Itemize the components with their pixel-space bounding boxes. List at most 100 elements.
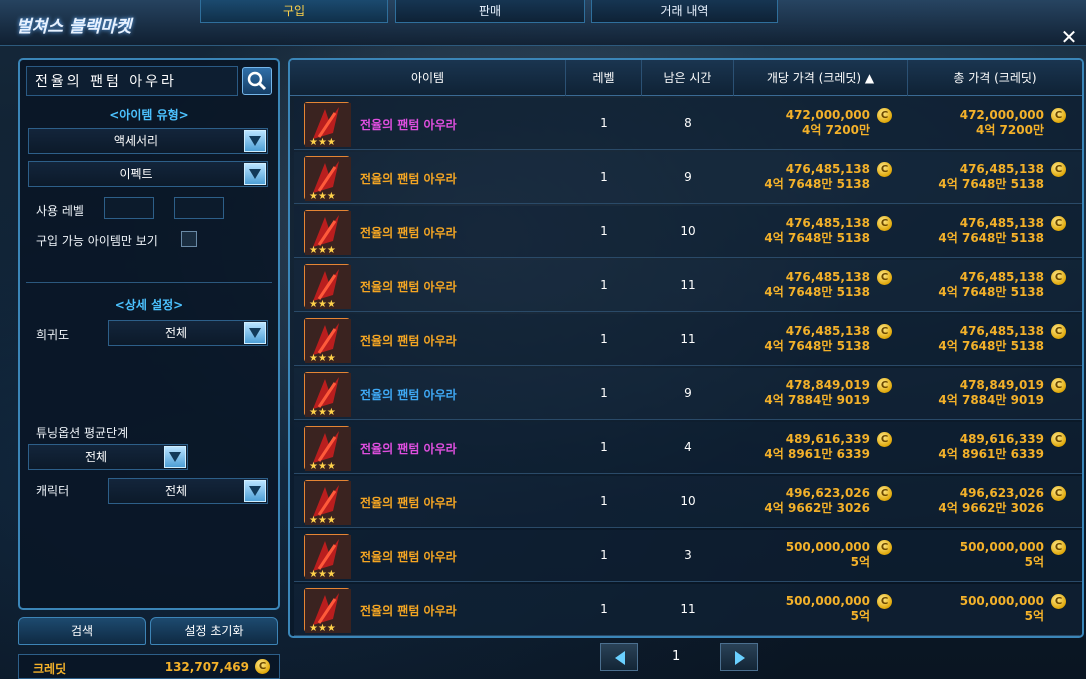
header-time-left[interactable]: 남은 시간 <box>642 60 734 96</box>
table-row[interactable]: ★★★ 전율의 팬텀 아우라 1 8 472,000,000 4억 7200만 … <box>294 98 1082 150</box>
total-price: 489,616,339 4억 8961만 6339 C <box>884 432 1066 462</box>
total-price: 476,485,138 4억 7648만 5138 C <box>884 270 1066 300</box>
item-name: 전율의 팬텀 아우라 <box>360 172 457 186</box>
unit-price: 496,623,026 4억 9662만 3026 C <box>710 486 892 516</box>
total-price-korean: 4억 7648만 5138 <box>938 177 1044 191</box>
header-total-price[interactable]: 총 가격 (크레딧) <box>908 60 1082 96</box>
total-price-korean: 4억 8961만 6339 <box>938 447 1044 461</box>
total-price-korean: 4억 7884만 9019 <box>938 393 1044 407</box>
detail-section-title: <상세 설정> <box>114 298 184 312</box>
item-icon: ★★★ <box>304 480 351 525</box>
unit-price-korean: 5억 <box>850 609 870 623</box>
table-row[interactable]: ★★★ 전율의 팬텀 아우라 1 9 476,485,138 4억 7648만 … <box>294 152 1082 204</box>
total-price-value: 500,000,000 <box>959 540 1044 554</box>
unit-price: 476,485,138 4억 7648만 5138 C <box>710 216 892 246</box>
unit-price: 500,000,000 5억 C <box>710 594 892 624</box>
page-number: 1 <box>672 649 681 664</box>
unit-price-korean: 4억 7648만 5138 <box>764 285 870 299</box>
chevron-down-icon <box>244 322 266 344</box>
item-type-select[interactable]: 액세서리 <box>28 128 268 154</box>
item-name: 전율의 팬텀 아우라 <box>360 604 457 618</box>
item-level: 1 <box>600 224 608 238</box>
rarity-select[interactable]: 전체 <box>108 320 268 346</box>
item-type-section-title: <아이템 유형> <box>109 108 189 122</box>
character-select[interactable]: 전체 <box>108 478 268 504</box>
table-row[interactable]: ★★★ 전율의 팬텀 아우라 1 11 476,485,138 4억 7648만… <box>294 314 1082 366</box>
character-value: 전체 <box>164 484 188 498</box>
item-subtype-select[interactable]: 이펙트 <box>28 161 268 187</box>
header-item[interactable]: 아이템 <box>290 60 566 96</box>
unit-price-value: 500,000,000 <box>785 540 870 554</box>
item-name: 전율의 팬텀 아우라 <box>360 280 457 294</box>
item-name: 전율의 팬텀 아우라 <box>360 226 457 240</box>
total-price-value: 476,485,138 <box>959 162 1044 176</box>
table-row[interactable]: ★★★ 전율의 팬텀 아우라 1 11 476,485,138 4억 7648만… <box>294 260 1082 312</box>
search-row <box>26 66 272 96</box>
unit-price-value: 489,616,339 <box>785 432 870 446</box>
item-level: 1 <box>600 602 608 616</box>
total-price: 476,485,138 4억 7648만 5138 C <box>884 216 1066 246</box>
tuning-label: 튜닝옵션 평균단계 <box>36 426 129 440</box>
total-price-value: 478,849,019 <box>959 378 1044 392</box>
magnifier-icon <box>247 71 267 91</box>
credit-coin-icon: C <box>1051 486 1066 501</box>
item-name: 전율의 팬텀 아우라 <box>360 550 457 564</box>
unit-price-value: 476,485,138 <box>785 216 870 230</box>
credit-coin-icon: C <box>1051 324 1066 339</box>
item-icon: ★★★ <box>304 534 351 579</box>
item-icon: ★★★ <box>304 156 351 201</box>
item-name: 전율의 팬텀 아우라 <box>360 496 457 510</box>
tuning-select[interactable]: 전체 <box>28 444 188 470</box>
credit-coin-icon: C <box>1051 162 1066 177</box>
buyable-only-checkbox[interactable] <box>181 231 197 247</box>
results-table: 아이템 레벨 남은 시간 개당 가격 (크레딧) ▲ 총 가격 (크레딧) ★★… <box>288 58 1084 638</box>
item-level: 1 <box>600 386 608 400</box>
tab-buy[interactable]: 구입 <box>200 0 388 23</box>
table-row[interactable]: ★★★ 전율의 팬텀 아우라 1 10 496,623,026 4억 9662만… <box>294 476 1082 528</box>
search-input[interactable] <box>26 66 238 96</box>
search-button[interactable]: 검색 <box>18 617 146 645</box>
search-icon-button[interactable] <box>242 67 272 95</box>
total-price-korean: 4억 9662만 3026 <box>938 501 1044 515</box>
table-row[interactable]: ★★★ 전율의 팬텀 아우라 1 11 500,000,000 5억 C 500… <box>294 584 1082 636</box>
credit-label: 크레딧 <box>33 662 67 676</box>
table-row[interactable]: ★★★ 전율의 팬텀 아우라 1 4 489,616,339 4억 8961만 … <box>294 422 1082 474</box>
close-icon[interactable]: ✕ <box>1058 26 1080 48</box>
table-row[interactable]: ★★★ 전율의 팬텀 아우라 1 9 478,849,019 4억 7884만 … <box>294 368 1082 420</box>
svg-text:★★★: ★★★ <box>309 515 336 525</box>
item-level: 1 <box>600 440 608 454</box>
header-unit-price[interactable]: 개당 가격 (크레딧) ▲ <box>734 60 908 96</box>
table-row[interactable]: ★★★ 전율의 팬텀 아우라 1 10 476,485,138 4억 7648만… <box>294 206 1082 258</box>
credit-coin-icon: C <box>1051 108 1066 123</box>
unit-price-value: 496,623,026 <box>785 486 870 500</box>
credit-coin-icon: C <box>255 659 270 674</box>
tab-history[interactable]: 거래 내역 <box>591 0 778 23</box>
item-level: 1 <box>600 548 608 562</box>
total-price-value: 489,616,339 <box>959 432 1044 446</box>
svg-text:★★★: ★★★ <box>309 191 336 201</box>
next-page-button[interactable] <box>720 643 758 671</box>
unit-price-value: 478,849,019 <box>785 378 870 392</box>
header-level[interactable]: 레벨 <box>566 60 642 96</box>
item-icon: ★★★ <box>304 588 351 633</box>
svg-text:★★★: ★★★ <box>309 245 336 255</box>
total-price-value: 476,485,138 <box>959 324 1044 338</box>
total-price-value: 476,485,138 <box>959 270 1044 284</box>
svg-text:★★★: ★★★ <box>309 299 336 309</box>
triangle-right-icon <box>735 651 745 665</box>
tab-sell[interactable]: 판매 <box>395 0 585 23</box>
item-icon: ★★★ <box>304 264 351 309</box>
total-price: 500,000,000 5억 C <box>884 594 1066 624</box>
credit-coin-icon: C <box>1051 540 1066 555</box>
use-level-label: 사용 레벨 <box>36 204 84 218</box>
credit-bar: 크레딧 132,707,469 C <box>18 654 280 679</box>
pagination: 1 <box>600 643 760 673</box>
credit-amount: 132,707,469 <box>164 660 249 674</box>
use-level-max-input[interactable] <box>174 197 224 219</box>
prev-page-button[interactable] <box>600 643 638 671</box>
unit-price: 500,000,000 5억 C <box>710 540 892 570</box>
reset-button[interactable]: 설정 초기화 <box>150 617 278 645</box>
use-level-min-input[interactable] <box>104 197 154 219</box>
table-row[interactable]: ★★★ 전율의 팬텀 아우라 1 3 500,000,000 5억 C 500,… <box>294 530 1082 582</box>
chevron-down-icon <box>244 163 266 185</box>
